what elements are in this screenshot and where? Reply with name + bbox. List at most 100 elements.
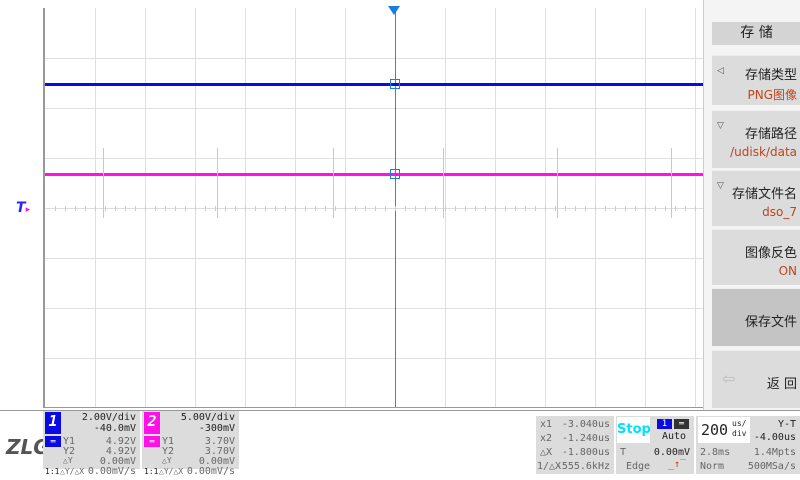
grid-tick [105,206,106,211]
label: T [620,447,627,458]
timebase-unit: us/ [732,419,747,428]
grid-tick [185,206,186,211]
grid-tick [355,206,356,211]
storage-menu: 存 储 ◁ 存储类型 PNG图像 ▽ 存储路径/udisk/data ▽ 存储文件名 ds… [703,0,800,410]
grid-tick [485,206,486,211]
trigger-mode: Auto [662,431,687,442]
trigger-level-marker[interactable]: T▸ [16,200,30,216]
grid-tick [205,206,206,211]
grid-tick [175,206,176,211]
grid-tick [145,206,146,211]
grid-tick [225,206,226,211]
ch2-dydx: 0.00mV/s [186,466,235,477]
label: 图像反色 [744,246,797,261]
grid-tick [575,206,576,211]
value: PNG图像 [747,88,797,102]
back-icon: ⇦ [722,369,736,388]
timebase-scale[interactable]: 200 us/ div [698,417,750,443]
trigger-source-badge: 1 [657,419,672,429]
trigger-panel[interactable]: Stop 1 ═ Auto T 0.00mV Edge _↑‾ [616,416,694,474]
timebase-panel[interactable]: 200 us/ div Y-T -4.00us 2.8ms 1.4Mpts Nor… [696,416,800,474]
cursor-dx: -1.800us [561,447,610,458]
grid-tick [615,206,616,211]
waveform-display[interactable] [43,8,703,408]
grid-tick [565,206,566,211]
cursor-x1: -3.040us [561,419,610,430]
grid-tick [295,206,296,211]
grid-tick [415,206,416,211]
grid-tick [395,206,396,211]
memory-depth: 1.4Mpts [753,447,796,458]
arrow-down-icon: ▽ [717,181,724,191]
grid-tick [335,206,336,211]
grid-tick [315,206,316,211]
grid-tick [165,206,166,211]
grid-tick [375,206,376,211]
grid-tick [275,206,276,211]
grid-tick [505,206,506,211]
grid-tick [595,206,596,211]
grid-tick [435,206,436,211]
channel-2-panel[interactable]: 2 ═ 5.00V/div -300mV Y1 3.70V Y2 3.70V △Y 0… [142,411,239,477]
timebase-unit: div [732,429,747,438]
label: △X [540,447,553,458]
invert-image-button[interactable]: 图像反色 ON [712,229,800,285]
grid-tick [445,206,446,211]
acquisition-mode: Norm [700,461,725,472]
label: x2 [540,433,553,444]
grid-tick [115,206,116,211]
arrow-left-icon: ◁ [717,66,724,76]
grid-tick [655,206,656,211]
grid-tick [385,206,386,211]
grid-tick [405,206,406,211]
grid-tick [425,206,426,211]
grid-line [45,158,703,159]
channel-2-trace [45,173,703,176]
grid-line [45,358,703,359]
grid-tick [365,206,366,211]
label: x1 [540,419,553,430]
coupling-dc-icon: ═ [144,436,160,447]
label: 存储文件名 [731,187,797,202]
channel-2-badge: 2 [144,412,160,434]
ch1-dydx: 0.00mV/s [87,466,136,477]
grid-tick [625,206,626,211]
back-button[interactable]: ⇦ 返 回 [712,350,800,408]
ch2-scale: 5.00V/div [180,412,235,423]
time-window: 2.8ms [700,447,731,458]
channel-1-badge: 1 [45,412,61,434]
grid-tick [685,206,686,211]
channel-1-cursor-marker [390,79,400,89]
value: dso_7 [762,205,797,219]
grid-line [45,108,703,109]
coupling-dc-icon: ═ [45,436,61,447]
ch2-offset: -300mV [198,423,235,434]
grid-tick [695,206,696,211]
ch1-offset: -40.0mV [93,423,136,434]
storage-type-button[interactable]: ◁ 存储类型 PNG图像 [712,55,800,105]
storage-path-button[interactable]: ▽ 存储路径/udisk/data [712,110,800,168]
grid-tick [215,206,216,211]
label: △Y [63,456,73,465]
save-file-button[interactable]: 保存文件 [712,288,800,346]
label: △Y [162,456,172,465]
grid-tick [475,206,476,211]
grid-tick [235,206,236,211]
grid-tick [75,206,76,211]
grid-tick [525,206,526,211]
grid-tick [535,206,536,211]
file-name-button[interactable]: ▽ 存储文件名 dso_7 [712,170,800,226]
grid-tick [305,206,306,211]
label: △Y/△X [159,467,184,476]
sample-rate: 500MSa/s [747,461,796,472]
channel-1-panel[interactable]: 1 ═ 2.00V/div -40.0mV Y1 4.92V Y2 4.92V △Y… [43,411,140,477]
grid-line [45,258,703,259]
grid-line [45,308,703,309]
trigger-position-marker[interactable] [388,6,400,15]
grid-tick [545,206,546,211]
grid-tick [635,206,636,211]
channel-2-cursor-marker [390,169,400,179]
run-stop-status[interactable]: Stop [617,417,651,443]
label: 保存文件 [744,315,797,330]
grid-tick [605,206,606,211]
